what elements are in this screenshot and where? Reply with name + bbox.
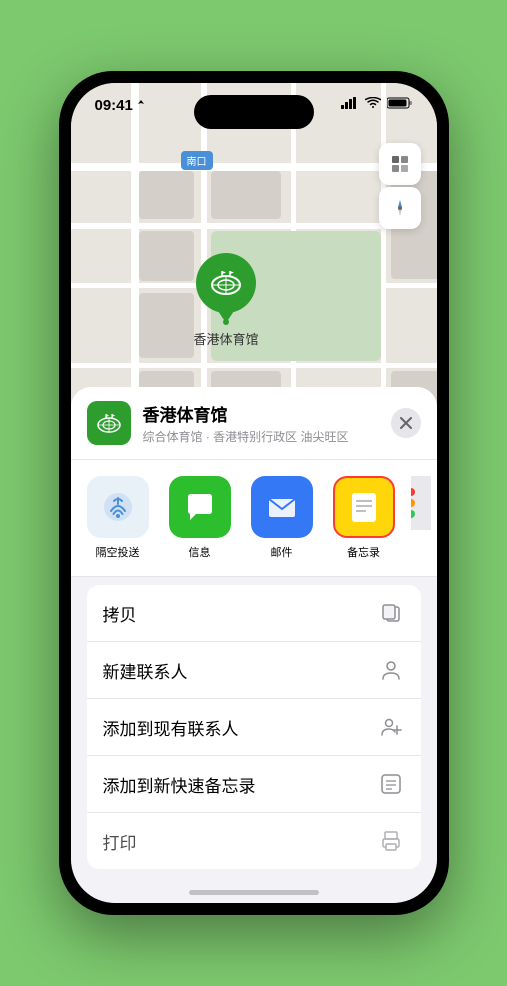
venue-stadium-icon bbox=[95, 409, 123, 437]
quick-note-icon bbox=[377, 770, 405, 798]
stadium-icon bbox=[208, 265, 244, 301]
action-new-contact[interactable]: 新建联系人 bbox=[87, 642, 421, 699]
action-copy-label: 拷贝 bbox=[103, 601, 137, 626]
map-location-label: 南口 bbox=[181, 151, 213, 170]
venue-name: 香港体育馆 bbox=[143, 401, 379, 426]
phone-screen: 09:41 bbox=[71, 83, 437, 903]
home-indicator bbox=[189, 890, 319, 895]
location-icon bbox=[136, 100, 146, 112]
share-item-mail[interactable]: 邮件 bbox=[247, 476, 317, 560]
phone-frame: 09:41 bbox=[59, 71, 449, 915]
action-add-existing-label: 添加到现有联系人 bbox=[103, 715, 239, 740]
action-new-contact-label: 新建联系人 bbox=[103, 658, 188, 683]
status-time: 09:41 bbox=[95, 97, 133, 114]
pin-label: 香港体育馆 bbox=[194, 329, 259, 348]
close-button[interactable] bbox=[391, 408, 421, 438]
map-controls bbox=[379, 143, 421, 229]
mail-icon bbox=[264, 489, 300, 525]
map-layers-icon bbox=[389, 153, 411, 175]
location-button[interactable] bbox=[379, 187, 421, 229]
compass-icon bbox=[390, 198, 410, 218]
notes-label: 备忘录 bbox=[347, 544, 380, 560]
notes-icon bbox=[346, 489, 382, 525]
venue-card: 香港体育馆 综合体育馆 · 香港特别行政区 油尖旺区 bbox=[71, 387, 437, 460]
battery-icon bbox=[387, 97, 413, 109]
airdrop-label: 隔空投送 bbox=[96, 544, 140, 560]
share-row: 隔空投送 信息 bbox=[71, 460, 437, 577]
close-icon bbox=[400, 417, 412, 429]
mail-label: 邮件 bbox=[271, 544, 293, 560]
dynamic-island bbox=[194, 95, 314, 129]
person-icon bbox=[377, 656, 405, 684]
action-print-label: 打印 bbox=[103, 829, 137, 854]
share-item-messages[interactable]: 信息 bbox=[165, 476, 235, 560]
messages-label: 信息 bbox=[189, 544, 211, 560]
action-print[interactable]: 打印 bbox=[87, 813, 421, 869]
share-item-notes[interactable]: 备忘录 bbox=[329, 476, 399, 560]
action-copy[interactable]: 拷贝 bbox=[87, 585, 421, 642]
map-type-button[interactable] bbox=[379, 143, 421, 185]
status-icons bbox=[341, 97, 413, 109]
bottom-sheet: 香港体育馆 综合体育馆 · 香港特别行政区 油尖旺区 bbox=[71, 387, 437, 903]
share-item-airdrop[interactable]: 隔空投送 bbox=[83, 476, 153, 560]
venue-info: 香港体育馆 综合体育馆 · 香港特别行政区 油尖旺区 bbox=[143, 401, 379, 445]
action-add-notes[interactable]: 添加到新快速备忘录 bbox=[87, 756, 421, 813]
action-add-notes-label: 添加到新快速备忘录 bbox=[103, 772, 256, 797]
signal-icon bbox=[341, 97, 359, 109]
action-list: 拷贝 新建联系人 bbox=[87, 585, 421, 869]
venue-card-icon bbox=[87, 401, 131, 445]
venue-desc: 综合体育馆 · 香港特别行政区 油尖旺区 bbox=[143, 428, 379, 445]
person-add-icon bbox=[377, 713, 405, 741]
venue-pin: 香港体育馆 bbox=[194, 253, 259, 348]
printer-icon bbox=[377, 827, 405, 855]
wifi-icon bbox=[365, 97, 381, 109]
messages-icon bbox=[182, 489, 218, 525]
share-item-more[interactable] bbox=[411, 476, 431, 560]
airdrop-icon bbox=[100, 489, 136, 525]
copy-icon bbox=[377, 599, 405, 627]
action-add-existing[interactable]: 添加到现有联系人 bbox=[87, 699, 421, 756]
